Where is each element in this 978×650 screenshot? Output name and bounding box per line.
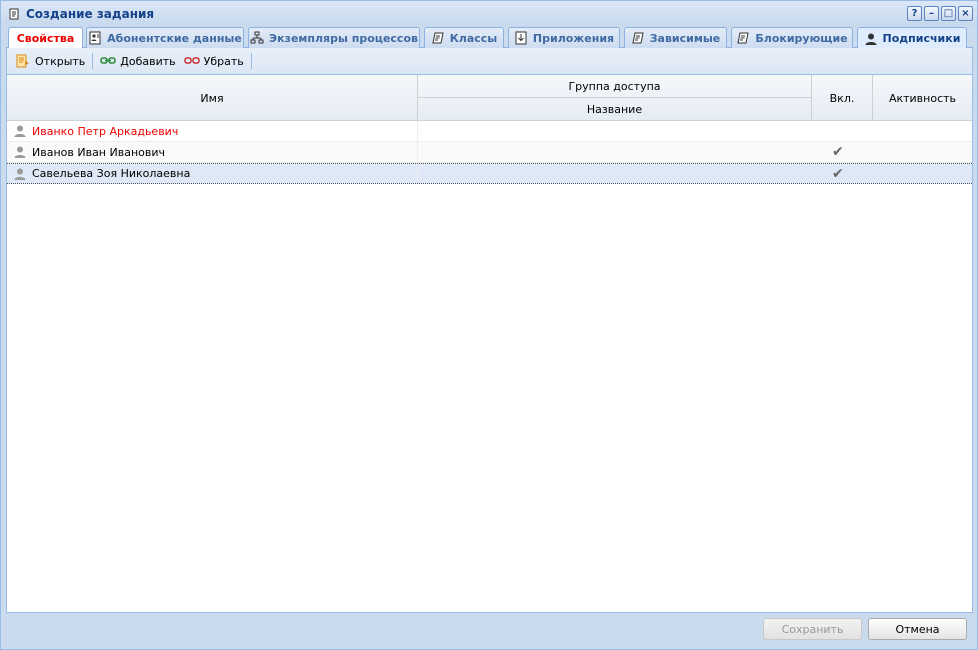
column-header-activity[interactable]: Активность: [873, 75, 972, 121]
maximize-icon[interactable]: □: [941, 6, 956, 21]
row-name: Иванов Иван Иванович: [32, 145, 165, 159]
scroll-icon: [737, 32, 749, 44]
column-header-label: Название: [586, 103, 643, 116]
tab-blocking[interactable]: Блокирующие: [731, 27, 853, 48]
attachment-down-icon: [515, 31, 527, 45]
tab-properties[interactable]: Свойства: [8, 27, 83, 48]
process-tree-icon: [250, 31, 264, 44]
column-group-label: Группа доступа: [568, 79, 661, 93]
check-icon: ✔: [832, 166, 844, 182]
user-icon: [14, 168, 26, 180]
tab-attachments[interactable]: Приложения: [508, 27, 620, 48]
toolbar-separator: [250, 53, 252, 69]
link-remove-icon: [183, 57, 200, 64]
column-group-header-access-group: Группа доступа: [418, 75, 812, 98]
table-row[interactable]: Савельева Зоя Николаевна ✔: [7, 163, 972, 184]
column-header-label: Вкл.: [829, 91, 855, 105]
tab-label: Блокирующие: [755, 31, 848, 45]
table-row[interactable]: Иванов Иван Иванович ✔: [7, 142, 972, 163]
tab-process-instances[interactable]: Экземпляры процессов: [248, 27, 420, 48]
add-button-label: Добавить: [120, 54, 176, 68]
tab-subscriber-data[interactable]: Абонентские данные: [86, 27, 244, 48]
column-header-label: Активность: [888, 91, 957, 105]
scroll-icon: [432, 32, 444, 44]
save-button[interactable]: Сохранить: [763, 618, 862, 640]
help-icon[interactable]: ?: [907, 6, 922, 21]
tab-label: Подписчики: [882, 32, 961, 45]
open-button-label: Открыть: [35, 54, 86, 68]
scroll-icon: [7, 7, 21, 21]
tab-label: Приложения: [532, 31, 615, 45]
create-task-window: Создание задания ? – □ × Свойства Абонен…: [0, 0, 978, 650]
check-icon: ✔: [832, 144, 844, 160]
tab-label: Свойства: [16, 31, 75, 45]
user-icon: [865, 33, 877, 45]
column-header-enabled[interactable]: Вкл.: [812, 75, 873, 121]
grid-body: Иванко Петр Аркадьевич Иванов Иван Ивано…: [7, 121, 972, 184]
close-icon[interactable]: ×: [958, 6, 973, 21]
remove-button[interactable]: Убрать: [180, 51, 248, 71]
column-header-name[interactable]: Имя: [7, 75, 418, 121]
row-name: Савельева Зоя Николаевна: [32, 167, 191, 180]
row-name: Иванко Петр Аркадьевич: [32, 124, 179, 138]
window-title: Создание задания: [26, 7, 155, 21]
table-row[interactable]: Иванко Петр Аркадьевич: [7, 121, 972, 142]
open-button[interactable]: Открыть: [11, 51, 89, 71]
tab-bar: Свойства Абонентские данные Экземпляры п…: [6, 27, 973, 49]
open-document-icon: [16, 54, 29, 68]
tab-label: Классы: [449, 31, 498, 45]
grid-toolbar: Открыть Добавить Убрать: [7, 48, 972, 75]
minimize-icon[interactable]: –: [924, 6, 939, 21]
tab-label: Абонентские данные: [107, 31, 242, 45]
toolbar-separator: [92, 53, 94, 69]
tab-label: Зависимые: [649, 31, 721, 45]
window-titlebar[interactable]: Создание задания ? – □ ×: [1, 1, 977, 27]
user-icon: [14, 146, 26, 158]
add-button[interactable]: Добавить: [96, 51, 179, 71]
cancel-button[interactable]: Отмена: [868, 618, 967, 640]
contact-card-icon: [89, 31, 101, 45]
grid-header: Имя Группа доступа Название Вкл. Активно…: [7, 75, 972, 121]
link-add-icon: [100, 57, 117, 64]
subscribers-panel: Открыть Добавить Убрать Имя Группа досту…: [6, 48, 973, 613]
remove-button-label: Убрать: [203, 54, 244, 68]
tab-classes[interactable]: Классы: [424, 27, 504, 48]
tab-dependent[interactable]: Зависимые: [624, 27, 727, 48]
column-header-group-name[interactable]: Название: [418, 98, 812, 121]
dialog-footer: Сохранить Отмена: [6, 613, 973, 649]
column-header-label: Имя: [200, 91, 224, 105]
user-icon: [14, 125, 26, 137]
tab-subscribers[interactable]: Подписчики: [857, 27, 967, 49]
scroll-icon: [632, 32, 644, 44]
tab-label: Экземпляры процессов: [269, 31, 418, 45]
